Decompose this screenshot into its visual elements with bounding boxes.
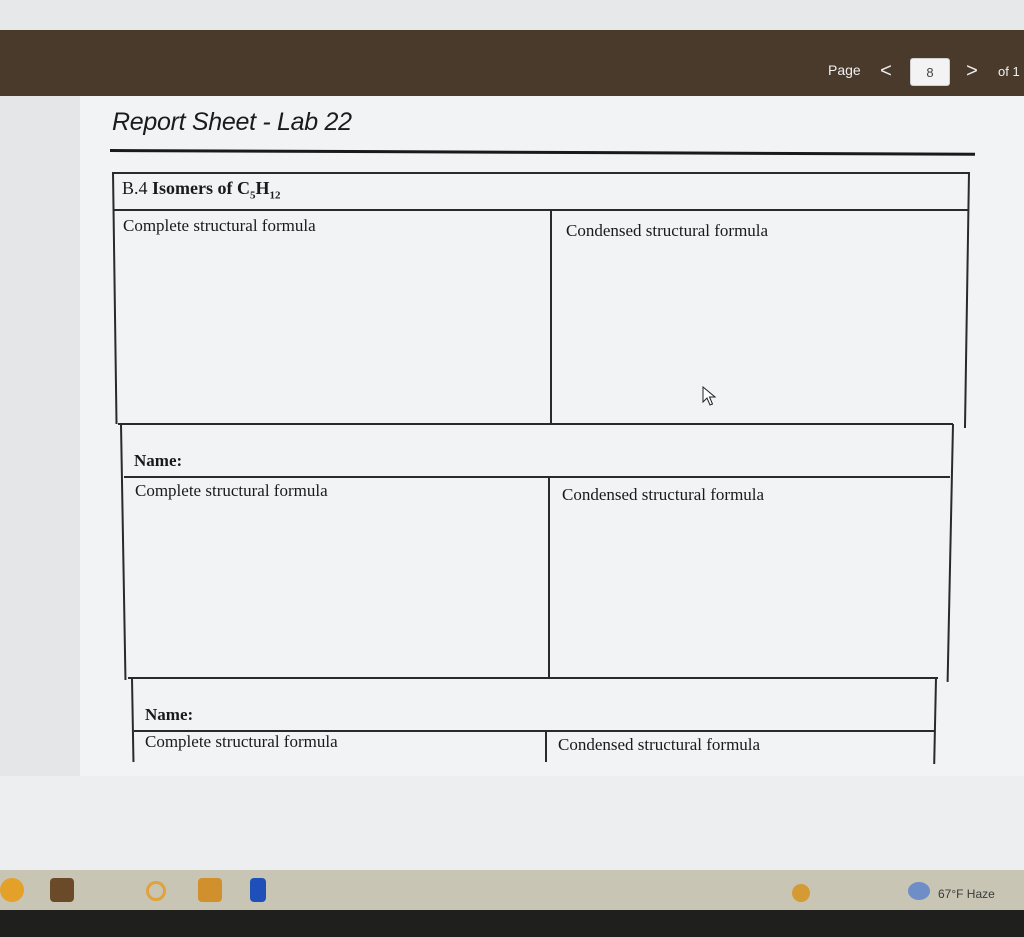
column-divider — [545, 732, 547, 762]
weather-text[interactable]: 67°F Haze — [938, 887, 995, 901]
block-divider — [118, 423, 953, 425]
report-title: Report Sheet - Lab 22 — [112, 108, 352, 136]
table-top-border — [112, 172, 970, 174]
name-label: Name: — [145, 705, 194, 724]
mouse-pointer-icon — [702, 386, 716, 406]
weather-icon — [908, 882, 930, 900]
next-page-button[interactable]: > — [962, 58, 982, 84]
page-number-input[interactable]: 8 — [910, 58, 950, 86]
key-icon[interactable] — [146, 881, 166, 901]
phone-icon[interactable] — [250, 878, 266, 902]
document-lower-area — [0, 776, 1024, 870]
section-heading-divider — [114, 209, 969, 211]
page-label: Page — [828, 62, 861, 78]
name-divider — [124, 476, 950, 478]
complete-formula-label: Complete structural formula — [123, 216, 316, 235]
section-number: B.4 — [122, 178, 148, 198]
complete-formula-label: Complete structural formula — [135, 481, 328, 500]
pdf-viewer-toolbar — [0, 30, 1024, 96]
block-divider — [128, 677, 938, 679]
complete-formula-label: Complete structural formula — [145, 732, 338, 751]
condensed-formula-label: Condensed structural formula — [566, 221, 769, 240]
condensed-formula-label: Condensed structural formula — [562, 485, 765, 504]
taskbar-edge — [0, 910, 1024, 937]
name-label: Name: — [134, 451, 183, 470]
browser-top-strip — [0, 0, 1024, 30]
help-icon[interactable] — [792, 884, 810, 902]
formula: C5H12 — [237, 178, 281, 202]
column-divider — [548, 478, 550, 678]
condensed-formula-label: Condensed structural formula — [558, 735, 761, 754]
store-icon[interactable] — [50, 878, 74, 902]
page-count-label: of 1 — [998, 64, 1020, 79]
column-divider — [550, 210, 552, 425]
section-title: Isomers of — [152, 178, 233, 198]
previous-page-button[interactable]: < — [876, 58, 896, 84]
mail-icon[interactable] — [198, 878, 222, 902]
section-heading: B.4 Isomers of C5H12 — [122, 178, 281, 202]
edge-icon[interactable] — [0, 878, 24, 902]
